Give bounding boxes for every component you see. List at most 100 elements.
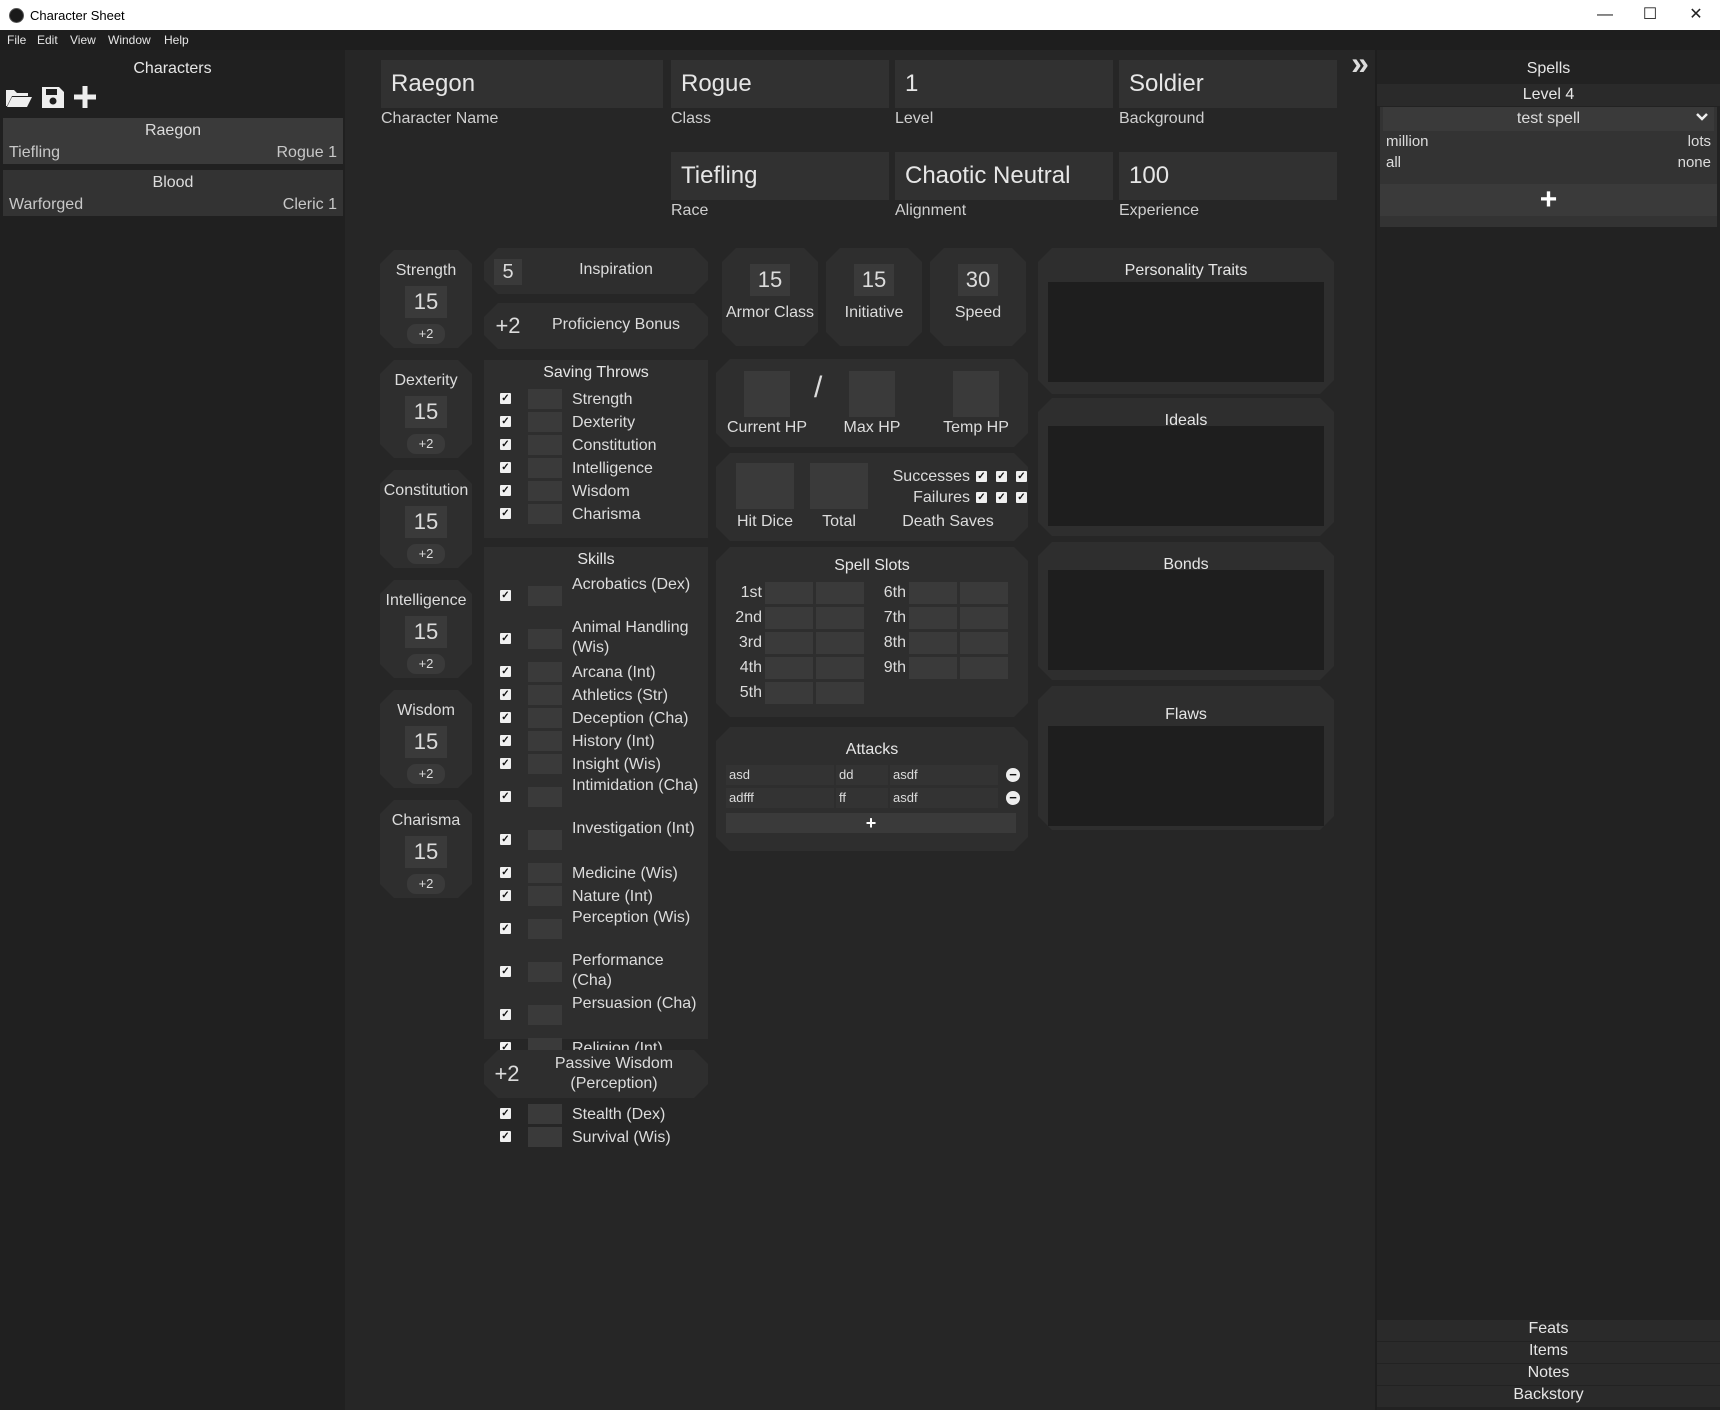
attack-name-input[interactable]: adfff: [726, 788, 834, 808]
proficiency-checkbox[interactable]: ✓: [500, 462, 511, 473]
spell-slot-input[interactable]: [816, 632, 864, 654]
chevron-down-icon[interactable]: [1695, 110, 1709, 124]
proficiency-checkbox[interactable]: ✓: [500, 1009, 511, 1020]
current-hp-input[interactable]: [744, 371, 790, 417]
proficiency-checkbox[interactable]: ✓: [500, 689, 511, 700]
proficiency-checkbox[interactable]: ✓: [500, 590, 511, 601]
bonus-input[interactable]: [528, 863, 562, 883]
inspiration-value[interactable]: 5: [494, 259, 522, 285]
tab-notes[interactable]: Notes: [1377, 1364, 1720, 1385]
class-field[interactable]: Rogue: [671, 60, 889, 108]
spell-slot-input[interactable]: [909, 657, 957, 679]
bonus-input[interactable]: [528, 586, 562, 606]
attack-damage-input[interactable]: asdf: [890, 788, 998, 808]
ability-score[interactable]: 15: [405, 726, 447, 758]
attack-bonus-input[interactable]: dd: [836, 765, 888, 785]
bonus-input[interactable]: [528, 389, 562, 409]
proficiency-checkbox[interactable]: ✓: [500, 966, 511, 977]
character-name-field[interactable]: Raegon: [381, 60, 663, 108]
minimize-button[interactable]: —: [1585, 4, 1625, 26]
ability-score[interactable]: 15: [405, 506, 447, 538]
attack-bonus-input[interactable]: ff: [836, 788, 888, 808]
speed-value[interactable]: 30: [958, 264, 998, 296]
flaws-textarea[interactable]: [1048, 726, 1324, 826]
ability-score[interactable]: 15: [405, 286, 447, 318]
spell-slot-input[interactable]: [816, 582, 864, 604]
proficiency-checkbox[interactable]: ✓: [500, 923, 511, 934]
proficiency-checkbox[interactable]: ✓: [500, 867, 511, 878]
background-field[interactable]: Soldier: [1119, 60, 1337, 108]
alignment-field[interactable]: Chaotic Neutral: [895, 152, 1113, 200]
proficiency-checkbox[interactable]: ✓: [500, 712, 511, 723]
proficiency-checkbox[interactable]: ✓: [500, 416, 511, 427]
add-spell-button[interactable]: +: [1380, 184, 1717, 216]
proficiency-checkbox[interactable]: ✓: [500, 834, 511, 845]
max-hp-input[interactable]: [849, 371, 895, 417]
proficiency-checkbox[interactable]: ✓: [500, 393, 511, 404]
attack-damage-input[interactable]: asdf: [890, 765, 998, 785]
proficiency-checkbox[interactable]: ✓: [500, 508, 511, 519]
hit-dice-input[interactable]: [736, 463, 794, 509]
spell-slot-input[interactable]: [909, 607, 957, 629]
level-field[interactable]: 1: [895, 60, 1113, 108]
bonus-input[interactable]: [528, 731, 562, 751]
bonus-input[interactable]: [528, 754, 562, 774]
personality-traits-textarea[interactable]: [1048, 282, 1324, 382]
spell-name[interactable]: test spell: [1383, 107, 1714, 131]
death-success-checkbox[interactable]: ✓: [976, 471, 987, 482]
initiative-value[interactable]: 15: [854, 264, 894, 296]
proficiency-checkbox[interactable]: ✓: [500, 666, 511, 677]
collapse-right-button[interactable]: »: [1345, 47, 1375, 80]
tab-items[interactable]: Items: [1377, 1342, 1720, 1363]
spell-slot-input[interactable]: [960, 607, 1008, 629]
bonus-input[interactable]: [528, 1127, 562, 1147]
spell-slot-input[interactable]: [765, 607, 813, 629]
spell-slot-input[interactable]: [909, 632, 957, 654]
add-attack-button[interactable]: +: [726, 813, 1016, 833]
menu-view[interactable]: View: [70, 33, 96, 47]
bonus-input[interactable]: [528, 708, 562, 728]
proficiency-checkbox[interactable]: ✓: [500, 633, 511, 644]
bonus-input[interactable]: [528, 458, 562, 478]
open-folder-icon[interactable]: [4, 84, 34, 110]
proficiency-checkbox[interactable]: ✓: [500, 1131, 511, 1142]
proficiency-checkbox[interactable]: ✓: [500, 791, 511, 802]
proficiency-checkbox[interactable]: ✓: [500, 439, 511, 450]
menu-edit[interactable]: Edit: [37, 33, 58, 47]
bonds-textarea[interactable]: [1048, 570, 1324, 670]
maximize-button[interactable]: ☐: [1630, 4, 1670, 26]
death-failure-checkbox[interactable]: ✓: [976, 492, 987, 503]
armor-class-value[interactable]: 15: [750, 264, 790, 296]
attack-name-input[interactable]: asd: [726, 765, 834, 785]
bonus-input[interactable]: [528, 629, 562, 649]
bonus-input[interactable]: [528, 1104, 562, 1124]
bonus-input[interactable]: [528, 662, 562, 682]
spell-slot-input[interactable]: [765, 682, 813, 704]
menu-file[interactable]: File: [7, 33, 26, 47]
proficiency-checkbox[interactable]: ✓: [500, 890, 511, 901]
menu-window[interactable]: Window: [108, 33, 151, 47]
bonus-input[interactable]: [528, 435, 562, 455]
experience-field[interactable]: 100: [1119, 152, 1337, 200]
proficiency-checkbox[interactable]: ✓: [500, 735, 511, 746]
spell-slot-input[interactable]: [960, 657, 1008, 679]
death-success-checkbox[interactable]: ✓: [1016, 471, 1027, 482]
save-icon[interactable]: [41, 84, 65, 110]
bonus-input[interactable]: [528, 481, 562, 501]
ability-score[interactable]: 15: [405, 836, 447, 868]
spell-slot-input[interactable]: [816, 682, 864, 704]
character-item[interactable]: Blood Warforged Cleric 1: [3, 170, 343, 216]
spell-slot-input[interactable]: [765, 582, 813, 604]
spell-slot-input[interactable]: [765, 657, 813, 679]
proficiency-checkbox[interactable]: ✓: [500, 758, 511, 769]
remove-attack-icon[interactable]: −: [1006, 791, 1020, 805]
spell-slot-input[interactable]: [816, 657, 864, 679]
ability-score[interactable]: 15: [405, 396, 447, 428]
bonus-input[interactable]: [528, 504, 562, 524]
spell-slot-input[interactable]: [960, 632, 1008, 654]
character-item[interactable]: Raegon Tiefling Rogue 1: [3, 118, 343, 164]
bonus-input[interactable]: [528, 962, 562, 982]
spell-slot-input[interactable]: [960, 582, 1008, 604]
add-character-icon[interactable]: [72, 84, 98, 110]
death-failure-checkbox[interactable]: ✓: [996, 492, 1007, 503]
